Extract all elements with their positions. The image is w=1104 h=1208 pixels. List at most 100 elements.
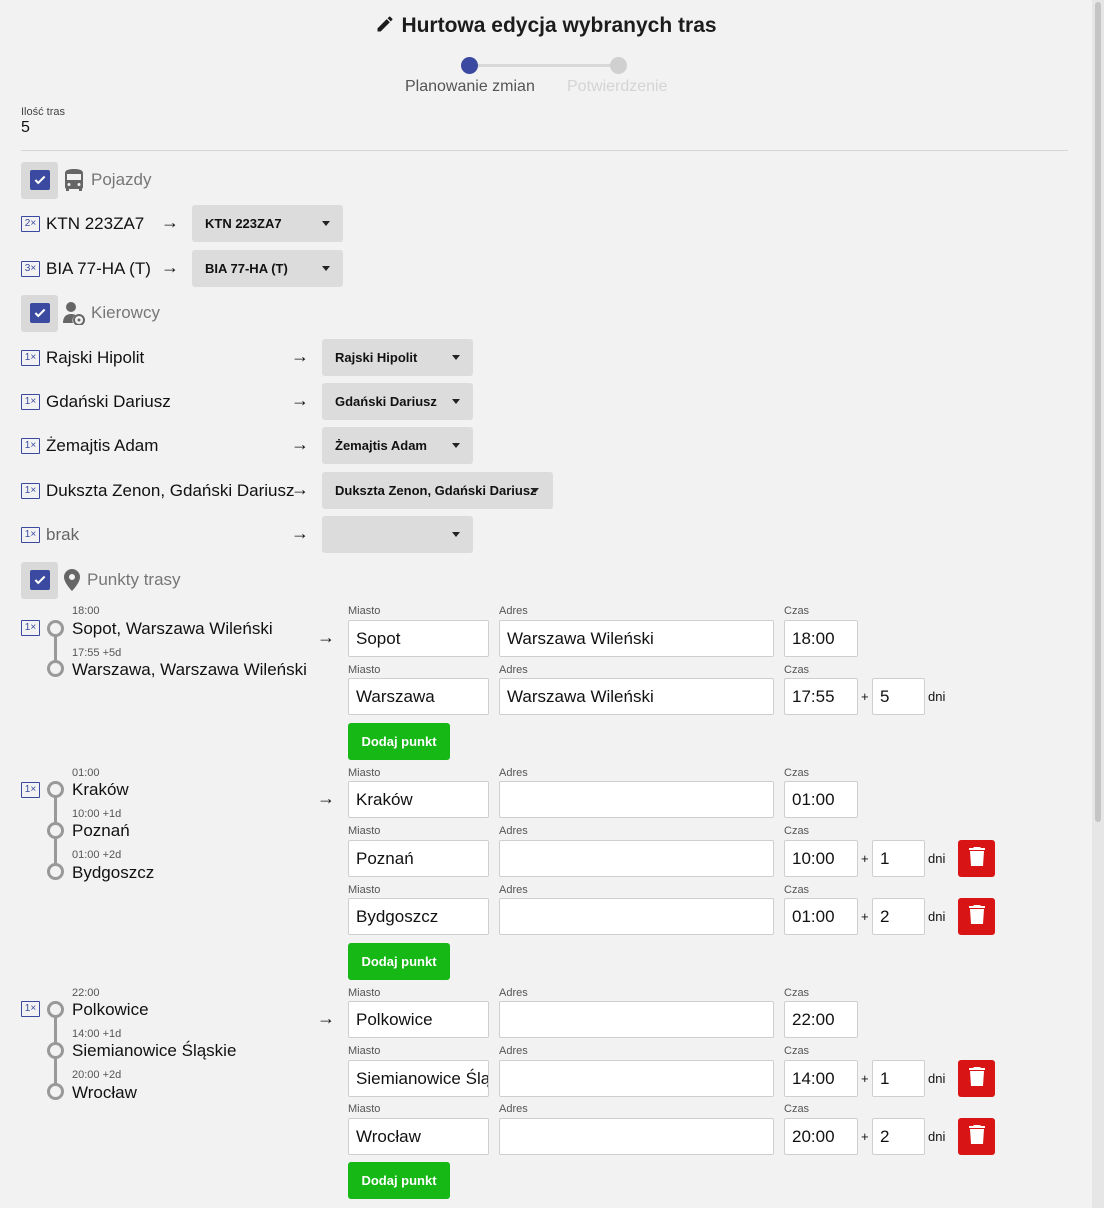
stop-name: Warszawa, Warszawa Wileński [72, 660, 307, 679]
stop-time: 17:55 +5d [72, 647, 122, 659]
driver-select-value: Dukszta Zenon, Gdański Dariusz [335, 483, 537, 498]
step-confirm-dot[interactable] [610, 57, 627, 74]
stop-circle-icon [47, 660, 64, 677]
driver-select[interactable] [322, 516, 473, 553]
time-label: Czas [784, 605, 810, 617]
stop-circle-icon [47, 781, 64, 798]
city-input[interactable]: Poznań [348, 840, 489, 877]
city-input[interactable]: Sopot [348, 620, 489, 657]
driver-name: Rajski Hipolit [46, 347, 145, 367]
drivers-checkbox[interactable] [21, 294, 58, 332]
days-input[interactable]: 5 [872, 678, 925, 715]
caret-down-icon [322, 266, 330, 271]
trash-icon [968, 1124, 985, 1149]
checkmark-icon [29, 303, 50, 323]
count-badge: 1× [21, 782, 40, 798]
vertical-scrollbar[interactable] [1092, 0, 1104, 1208]
vehicles-checkbox[interactable] [21, 161, 58, 199]
days-input[interactable]: 1 [872, 840, 925, 877]
address-input[interactable] [499, 781, 774, 818]
stop-name: Bydgoszcz [72, 863, 155, 882]
stop-circle-icon [47, 822, 64, 839]
arrow-right-icon: → [161, 257, 179, 277]
time-label: Czas [784, 1045, 810, 1057]
trash-icon [968, 846, 985, 871]
time-input[interactable]: 20:00 [784, 1118, 858, 1155]
time-input[interactable]: 17:55 [784, 678, 858, 715]
count-badge: 2× [21, 215, 40, 232]
driver-row: 1× Rajski Hipolit [21, 339, 144, 376]
address-input[interactable] [499, 1001, 774, 1038]
delete-point-button[interactable] [958, 1118, 995, 1155]
days-suffix: dni [928, 1071, 946, 1086]
time-input[interactable]: 01:00 [784, 898, 858, 935]
delete-point-button[interactable] [958, 840, 995, 877]
address-input[interactable]: Warszawa Wileński [499, 678, 774, 715]
section-title: Kierowcy [91, 303, 160, 322]
delete-point-button[interactable] [958, 898, 995, 935]
stop-time: 14:00 +1d [72, 1028, 122, 1040]
days-suffix: dni [928, 909, 946, 924]
caret-down-icon [531, 488, 539, 493]
count-badge: 1× [21, 437, 40, 454]
time-label: Czas [784, 767, 810, 779]
city-label: Miasto [348, 884, 381, 896]
stop-name: Siemianowice Śląskie [72, 1041, 237, 1060]
city-input[interactable]: Polkowice [348, 1001, 489, 1038]
driver-select[interactable]: Rajski Hipolit [322, 339, 473, 376]
count-badge: 1× [21, 393, 40, 410]
caret-down-icon [452, 532, 460, 537]
add-point-button[interactable]: Dodaj punkt [348, 723, 450, 760]
driver-select[interactable]: Gdański Dariusz [322, 383, 473, 420]
pencil-icon [375, 14, 395, 40]
stop-time: 01:00 [72, 767, 100, 779]
city-input[interactable]: Bydgoszcz [348, 898, 489, 935]
stop-name: Kraków [72, 780, 129, 799]
city-input[interactable]: Siemianowice Śląskie [348, 1060, 489, 1097]
stop-circle-icon [47, 620, 64, 637]
address-input[interactable]: Warszawa Wileński [499, 620, 774, 657]
city-input[interactable]: Warszawa [348, 678, 489, 715]
driver-select[interactable]: Żemajtis Adam [322, 427, 473, 464]
arrow-right-icon: → [317, 788, 335, 808]
stop-time: 22:00 [72, 987, 100, 999]
address-label: Adres [499, 605, 528, 617]
step-planning-dot[interactable] [461, 57, 478, 74]
vehicle-select[interactable]: BIA 77-HA (T) [192, 250, 343, 287]
scrollbar-thumb[interactable] [1095, 2, 1101, 822]
days-input[interactable]: 2 [872, 898, 925, 935]
route-points-checkbox[interactable] [21, 561, 58, 599]
city-input[interactable]: Kraków [348, 781, 489, 818]
step-confirm-label[interactable]: Potwierdzenie [567, 78, 668, 96]
days-input[interactable]: 1 [872, 1060, 925, 1097]
time-input[interactable]: 22:00 [784, 1001, 858, 1038]
add-point-button[interactable]: Dodaj punkt [348, 1162, 450, 1199]
stop-name: Wrocław [72, 1083, 137, 1102]
days-suffix: dni [928, 1129, 946, 1144]
section-title: Punkty trasy [87, 570, 181, 589]
step-planning-label[interactable]: Planowanie zmian [405, 78, 535, 96]
vehicle-row: 2× KTN 223ZA7 [21, 205, 144, 242]
time-input[interactable]: 01:00 [784, 781, 858, 818]
vehicle-select[interactable]: KTN 223ZA7 [192, 205, 343, 242]
time-input[interactable]: 10:00 [784, 840, 858, 877]
time-label: Czas [784, 987, 810, 999]
address-input[interactable] [499, 840, 774, 877]
time-input[interactable]: 14:00 [784, 1060, 858, 1097]
address-input[interactable] [499, 898, 774, 935]
address-input[interactable] [499, 1060, 774, 1097]
time-input[interactable]: 18:00 [784, 620, 858, 657]
stop-circle-icon [47, 1083, 64, 1100]
driver-select-value: Rajski Hipolit [335, 350, 418, 365]
add-point-button[interactable]: Dodaj punkt [348, 943, 450, 980]
city-input[interactable]: Wrocław [348, 1118, 489, 1155]
vehicle-name: KTN 223ZA7 [46, 213, 145, 233]
days-input[interactable]: 2 [872, 1118, 925, 1155]
delete-point-button[interactable] [958, 1060, 995, 1097]
plus-sign: + [861, 909, 869, 924]
address-input[interactable] [499, 1118, 774, 1155]
address-label: Adres [499, 825, 528, 837]
stop-time: 10:00 +1d [72, 808, 122, 820]
time-label: Czas [784, 884, 810, 896]
driver-select[interactable]: Dukszta Zenon, Gdański Dariusz [322, 472, 553, 509]
